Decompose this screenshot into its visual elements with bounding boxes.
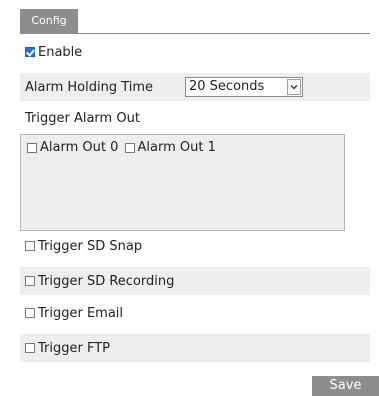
trigger-sd-snap-checkbox[interactable] xyxy=(25,241,35,251)
enable-label: Enable xyxy=(38,44,83,60)
save-button[interactable]: Save xyxy=(312,376,379,396)
tab-config-label: Config xyxy=(31,14,67,27)
trigger-ftp-row: Trigger FTP xyxy=(20,334,370,362)
chevron-down-icon[interactable] xyxy=(287,79,301,95)
alarm-holding-time-select[interactable]: 20 Seconds xyxy=(185,77,303,97)
enable-checkbox[interactable] xyxy=(25,47,35,57)
alarm-out-1-option[interactable]: Alarm Out 1 xyxy=(124,140,216,155)
trigger-sd-snap-label: Trigger SD Snap xyxy=(38,238,143,254)
trigger-email-checkbox[interactable] xyxy=(25,308,35,318)
trigger-alarm-out-label: Trigger Alarm Out xyxy=(25,110,140,126)
trigger-sd-recording-label: Trigger SD Recording xyxy=(38,273,175,289)
trigger-email-label: Trigger Email xyxy=(38,305,124,321)
trigger-ftp-checkbox[interactable] xyxy=(25,343,35,353)
enable-row: Enable xyxy=(20,38,370,66)
trigger-email-row: Trigger Email xyxy=(20,299,370,327)
alarm-holding-time-row: Alarm Holding Time 20 Seconds xyxy=(20,73,370,101)
trigger-sd-recording-row: Trigger SD Recording xyxy=(20,267,370,295)
save-button-label: Save xyxy=(329,378,362,393)
trigger-sd-snap-row: Trigger SD Snap xyxy=(20,232,370,260)
alarm-out-0-checkbox[interactable] xyxy=(27,142,37,153)
trigger-sd-recording-checkbox[interactable] xyxy=(25,276,35,286)
alarm-out-list: Alarm Out 0 Alarm Out 1 xyxy=(20,134,345,231)
trigger-ftp-label: Trigger FTP xyxy=(38,340,110,356)
trigger-alarm-out-heading-row: Trigger Alarm Out xyxy=(20,104,370,132)
alarm-out-0-label: Alarm Out 0 xyxy=(40,140,119,155)
alarm-out-1-checkbox[interactable] xyxy=(124,142,135,153)
chevron-down-glyph xyxy=(290,85,298,90)
tab-underline xyxy=(20,33,370,34)
alarm-out-1-label: Alarm Out 1 xyxy=(137,140,216,155)
alarm-out-0-option[interactable]: Alarm Out 0 xyxy=(27,140,118,155)
tab-config[interactable]: Config xyxy=(20,9,78,33)
alarm-holding-time-label: Alarm Holding Time xyxy=(25,79,154,95)
alarm-holding-time-value: 20 Seconds xyxy=(189,79,265,94)
